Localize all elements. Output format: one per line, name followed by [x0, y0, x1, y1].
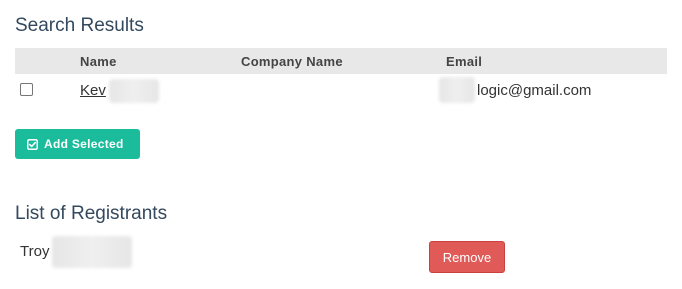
column-header-company: Company Name: [241, 54, 343, 69]
result-name-link[interactable]: Kev: [80, 82, 106, 99]
redacted-registrant-blur: [52, 236, 132, 268]
result-email: logic@gmail.com: [477, 82, 592, 99]
column-header-name: Name: [80, 54, 117, 69]
column-header-email: Email: [446, 54, 483, 69]
results-table-header: Name Company Name Email: [15, 48, 667, 74]
redacted-name-blur: [109, 79, 159, 103]
remove-registrant-button[interactable]: Remove: [429, 241, 505, 273]
row-select-checkbox[interactable]: [20, 83, 33, 96]
redacted-email-blur: [439, 77, 475, 103]
search-results-title: Search Results: [15, 15, 144, 36]
check-square-icon: [27, 138, 38, 150]
registrant-name: Troy: [20, 243, 50, 260]
add-selected-label: Add Selected: [44, 137, 124, 151]
table-row: Kev logic@gmail.com: [15, 75, 667, 107]
registrants-title: List of Registrants: [15, 203, 168, 224]
add-selected-button[interactable]: Add Selected: [15, 129, 140, 159]
